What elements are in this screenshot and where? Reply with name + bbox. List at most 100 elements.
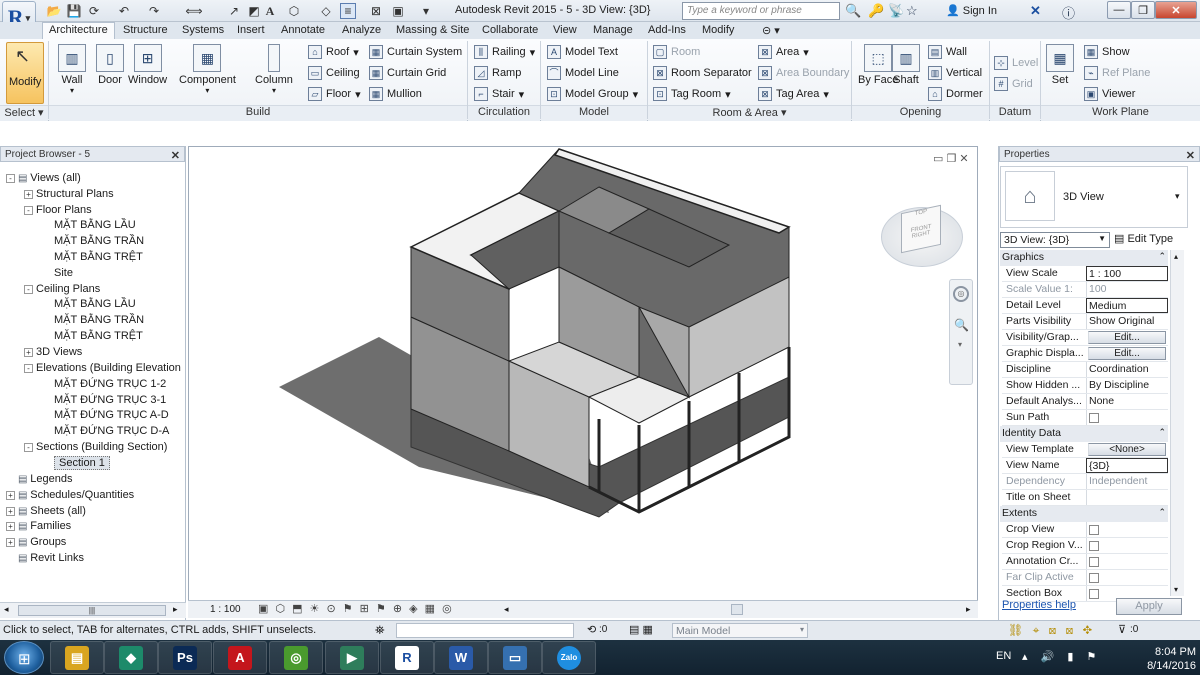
tree-node[interactable]: MẶT ĐỨNG TRỤC 1-2 [42,378,166,390]
property-value[interactable]: 1 : 100 [1086,266,1168,281]
search-input[interactable]: Type a keyword or phrase [682,2,840,20]
steering-wheel-icon[interactable]: ◎ [953,286,969,302]
area-button[interactable]: ⊠ Area ▾ [758,45,809,59]
3d-view-canvas[interactable]: TOP FRONT RIGHT ◎ 🔍 ▾ ▭ ❐ ✕ [188,146,978,604]
tree-node[interactable]: MẶT BẰNG TRẦN [42,314,144,326]
tree-node[interactable]: - Sections (Building Section) [24,441,167,453]
tree-node[interactable]: + ▤ Families [6,520,71,532]
close-icon[interactable]: ✕ [1186,149,1195,162]
design-option-dropdown[interactable]: Main Model ▾ [672,623,808,638]
taskbar-app-button[interactable]: ▭ [488,641,542,674]
tab-annotate[interactable]: Annotate [275,23,331,39]
tree-node[interactable]: + ▤ Schedules/Quantities [6,489,134,501]
collapse-icon[interactable]: - [6,174,15,183]
viewer-button[interactable]: ▣ Viewer [1084,87,1135,101]
collapse-icon[interactable]: - [24,206,33,215]
model-text-button[interactable]: A Model Text [547,45,618,59]
system-tray-icons[interactable]: ▴ 🔊 ▮ ⚑ [1022,650,1101,663]
favorites-icon[interactable]: ☆ [906,3,918,19]
zoom-region-icon[interactable]: 🔍 [954,318,969,332]
tab-massing-site[interactable]: Massing & Site [390,23,475,39]
collapse-group-icon[interactable]: ⌃ [1158,251,1166,265]
tree-node[interactable]: - ▤ Views (all) [6,172,81,184]
scroll-right-icon[interactable]: ▸ [966,604,971,615]
view-scale[interactable]: 1 : 100 [210,604,241,615]
wall-opening-button[interactable]: ▤ Wall [928,45,967,59]
expand-icon[interactable]: + [6,491,15,500]
expand-icon[interactable]: + [24,190,33,199]
ref-plane-button[interactable]: ⌁ Ref Plane [1084,66,1150,80]
roof-button[interactable]: ⌂ Roof ▾ [308,45,359,59]
wall-button[interactable]: ▥ Wall ▾ [58,44,86,95]
mullion-button[interactable]: ▦ Mullion [369,87,422,101]
communication-center-icon[interactable]: 📡 [888,3,904,19]
scroll-right-icon[interactable]: ▸ [173,604,178,615]
tag-room-button[interactable]: ⊡ Tag Room ▾ [653,87,731,101]
shaft-button[interactable]: ▥ Shaft [892,44,920,86]
scroll-thumb[interactable]: ||| [18,605,166,616]
ribbon-minimize-toggle[interactable]: ⊝ ▾ [756,23,786,39]
property-checkbox[interactable] [1089,589,1099,599]
default-3d-view-icon[interactable]: ⬡ [286,3,302,19]
show-work-plane-button[interactable]: ▦ Show [1084,45,1130,59]
property-checkbox[interactable] [1089,541,1099,551]
property-value[interactable]: Edit... [1088,331,1166,344]
window-button[interactable]: ⊞ Window [128,44,167,86]
property-checkbox[interactable] [1089,557,1099,567]
tree-node[interactable]: MẶT BẰNG LẦU [42,298,136,310]
tree-node[interactable]: MẶT ĐỨNG TRỤC D-A [42,425,169,437]
taskbar-app-button[interactable]: A [213,641,267,674]
property-value[interactable] [1086,410,1168,425]
restore-button[interactable]: ❐ [1131,1,1155,19]
tab-manage[interactable]: Manage [587,23,639,39]
collapse-icon[interactable]: - [24,364,33,373]
tree-node[interactable]: MẶT BẰNG LẦU [42,219,136,231]
close-icon[interactable]: ✕ [171,149,180,162]
taskbar-app-button[interactable]: ▶ [325,641,379,674]
property-group-header[interactable]: Extents ⌃ [1000,506,1168,522]
view-cube[interactable]: TOP FRONT RIGHT [901,204,941,254]
measure-icon[interactable]: ⟺ [185,3,202,19]
property-value[interactable] [1086,490,1168,505]
search-binoculars-icon[interactable]: 🔍 [845,3,861,19]
tab-structure[interactable]: Structure [117,23,174,39]
properties-help-link[interactable]: Properties help [1002,599,1076,611]
design-options-icon[interactable]: ▤ ▦ [629,623,653,636]
tab-view[interactable]: View [547,23,583,39]
tab-analyze[interactable]: Analyze [336,23,387,39]
tree-node[interactable]: ▤ Revit Links [6,552,84,564]
property-checkbox[interactable] [1089,525,1099,535]
tree-node[interactable]: +3D Views [24,346,82,358]
taskbar-app-button[interactable]: W [434,641,488,674]
taskbar-app-button[interactable]: ▤ [50,641,104,674]
taskbar-app-button[interactable]: ◎ [269,641,323,674]
area-boundary-button[interactable]: ⊠ Area Boundary [758,66,849,80]
open-icon[interactable]: 📂 [46,3,62,19]
tree-node[interactable]: - Elevations (Building Elevation [24,362,181,374]
property-value[interactable] [1086,538,1168,553]
tab-modify[interactable]: Modify [696,23,740,39]
tree-node[interactable]: Section 1 [42,456,110,470]
tab-add-ins[interactable]: Add-Ins [642,23,692,39]
taskbar-app-button[interactable]: ◆ [104,641,158,674]
ramp-button[interactable]: ◿ Ramp [474,66,521,80]
tree-node[interactable]: MẶT ĐỨNG TRỤC 3-1 [42,394,166,406]
section-icon[interactable]: ◇ [318,3,334,19]
property-value[interactable]: By Discipline [1086,378,1168,393]
grid-button[interactable]: # Grid [994,77,1033,91]
set-work-plane-button[interactable]: ▦ Set [1046,44,1074,86]
project-browser-scrollbar[interactable]: ◂ ||| ▸ [0,602,186,618]
exchange-apps-icon[interactable]: ✕ [1030,3,1041,19]
stair-button[interactable]: ⌐ Stair ▾ [474,87,524,101]
horizontal-scroll-thumb[interactable] [731,604,743,615]
thin-lines-icon[interactable]: ≡ [340,3,356,19]
property-group-header[interactable]: Identity Data ⌃ [1000,426,1168,442]
floor-button[interactable]: ▱ Floor ▾ [308,87,361,101]
collapse-icon[interactable]: - [24,443,33,452]
scroll-down-icon[interactable]: ▾ [1174,585,1178,594]
view-cube-front-face[interactable]: FRONT RIGHT [902,222,940,242]
level-button[interactable]: ⊹ Level [994,56,1038,70]
room-separator-button[interactable]: ⊠ Room Separator [653,66,752,80]
editing-requests-icon[interactable]: ⟲ [587,623,596,636]
scroll-left-icon[interactable]: ◂ [4,604,9,615]
